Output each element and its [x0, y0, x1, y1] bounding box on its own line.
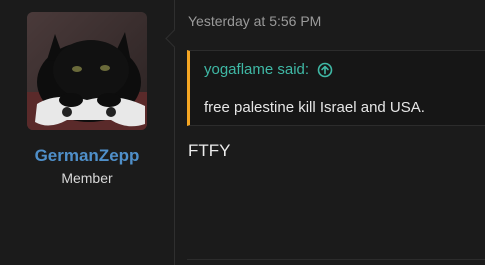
quote-text: free palestine kill Israel and USA. — [204, 99, 425, 116]
post-footer-divider — [187, 259, 485, 260]
arrow-up-circle-icon[interactable] — [317, 62, 333, 78]
black-cat-avatar-icon — [27, 12, 147, 130]
user-title: Member — [61, 170, 113, 186]
user-avatar[interactable] — [27, 12, 147, 130]
post-timestamp[interactable]: Yesterday at 5:56 PM — [188, 13, 321, 29]
message-user-sidebar: GermanZepp Member — [0, 0, 174, 265]
post-message: FTFY — [188, 141, 231, 160]
username-link[interactable]: GermanZepp — [0, 146, 174, 166]
quote-header[interactable]: yogaflame said: — [204, 61, 333, 78]
quote-author[interactable]: yogaflame said: — [204, 61, 309, 78]
quote-block: yogaflame said: free palestine kill Isra… — [187, 50, 485, 126]
